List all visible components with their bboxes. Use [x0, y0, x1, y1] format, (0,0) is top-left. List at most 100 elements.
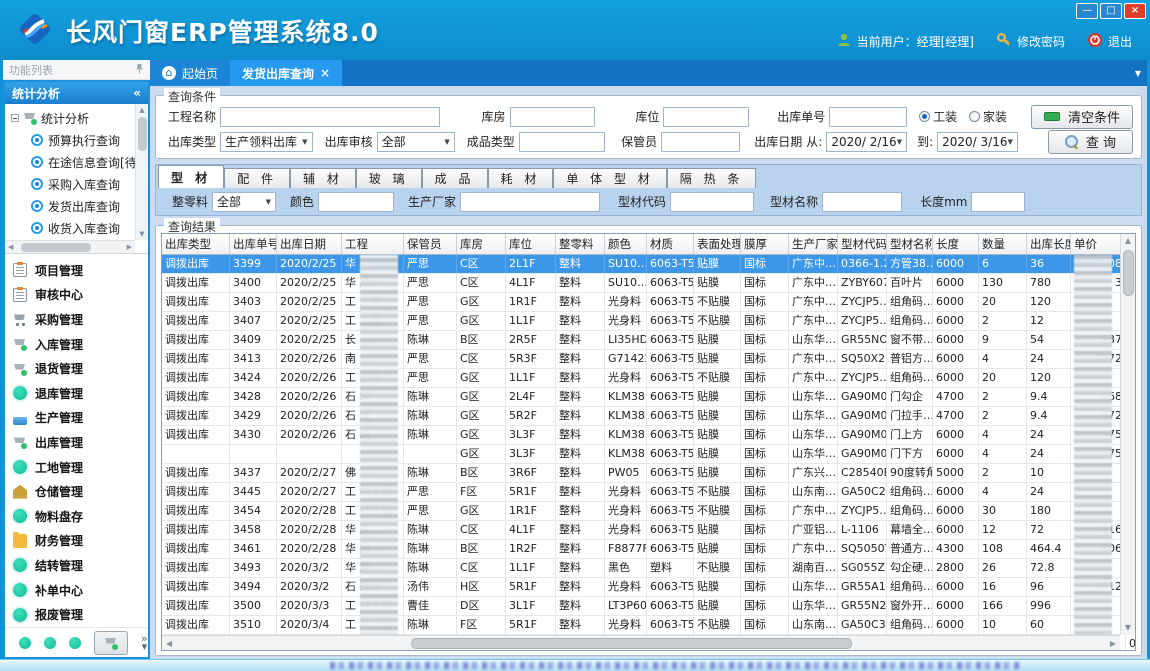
order-no-input[interactable]: [829, 107, 907, 127]
column-header[interactable]: 单价: [1071, 234, 1126, 254]
table-row[interactable]: 调拨出库34002020/2/25华 原…严思C区4L1F整料SU10…6063…: [162, 274, 1135, 293]
table-row[interactable]: 调拨出库34542020/2/28工 共工程严思G区1R1F整料光身料6063-…: [162, 502, 1135, 521]
scrollbar-thumb[interactable]: [411, 638, 852, 649]
column-header[interactable]: 出库长度: [1027, 234, 1071, 254]
overflow-chevron[interactable]: »▾: [141, 635, 148, 651]
profile-name-input[interactable]: [822, 192, 902, 212]
scrollbar-thumb[interactable]: [1123, 250, 1134, 296]
column-header[interactable]: 库房: [457, 234, 506, 254]
project-name-input[interactable]: [220, 107, 440, 127]
table-row[interactable]: 调拨出库35102020/3/4工 共工程陈琳F区5R1F整料光身料6063-T…: [162, 616, 1135, 635]
keeper-input[interactable]: [661, 132, 740, 152]
cart-button[interactable]: [94, 631, 128, 655]
column-header[interactable]: 生产厂家: [789, 234, 838, 254]
product-type-input[interactable]: [519, 132, 605, 152]
material-tab[interactable]: 成 品: [422, 168, 488, 188]
table-vertical-scrollbar[interactable]: ▲▼: [1120, 234, 1135, 635]
menu-item[interactable]: 退货管理: [13, 356, 148, 381]
table-row[interactable]: 调拨出库34932020/3/2华 原…陈琳C区1L1F整料黑色塑料不贴膜国标湖…: [162, 559, 1135, 578]
table-row[interactable]: 调拨出库34452020/2/27工 共工程严思F区5R1F整料光身料6063-…: [162, 483, 1135, 502]
tree-root[interactable]: 统计分析: [11, 107, 148, 129]
menu-item[interactable]: 仓储管理: [13, 479, 148, 504]
column-header[interactable]: 颜色: [605, 234, 647, 254]
menu-item[interactable]: 财务管理: [13, 529, 148, 554]
tree-item[interactable]: 在途信息查询[待: [11, 151, 148, 173]
dot-icon[interactable]: [19, 637, 31, 649]
menu-item[interactable]: 退库管理: [13, 381, 148, 406]
clear-conditions-button[interactable]: 清空条件: [1031, 105, 1133, 129]
menu-item[interactable]: 采购管理: [13, 307, 148, 332]
tab-overflow-dropdown-icon[interactable]: ▼: [1135, 69, 1141, 78]
out-audit-select[interactable]: 全部▼: [377, 132, 455, 152]
table-row[interactable]: 调拨出库34032020/2/25工 工程严思G区1R1F整料光身料6063-T…: [162, 293, 1135, 312]
table-row[interactable]: 调拨出库34302020/2/26石 城陈琳G区3L3F整料KLM3817606…: [162, 426, 1135, 445]
column-header[interactable]: 材质: [647, 234, 694, 254]
column-header[interactable]: 型材代码: [838, 234, 887, 254]
column-header[interactable]: 工程: [342, 234, 404, 254]
column-header[interactable]: 数量: [979, 234, 1027, 254]
menu-item[interactable]: 报废管理: [13, 602, 148, 627]
collapse-icon[interactable]: «: [133, 86, 141, 100]
column-header[interactable]: 型材名称: [887, 234, 933, 254]
table-row[interactable]: 调拨出库34092020/2/25长 …陈琳B区2R5F整料LI35HD6063…: [162, 331, 1135, 350]
change-password[interactable]: 修改密码: [996, 32, 1065, 51]
maximize-button[interactable]: □: [1100, 3, 1122, 19]
menu-item[interactable]: 生产管理: [13, 406, 148, 431]
section-header[interactable]: 统计分析 «: [5, 82, 148, 104]
material-tab[interactable]: 单 体 型 材: [553, 168, 666, 188]
menu-item[interactable]: 结转管理: [13, 553, 148, 578]
table-horizontal-scrollbar[interactable]: ◀▶: [162, 635, 1120, 650]
length-input[interactable]: [971, 192, 1025, 212]
column-header[interactable]: 长度: [933, 234, 979, 254]
table-row[interactable]: G区3L3F整料KLM38176063-T5贴膜国标山东华…GA90M09.门下…: [162, 445, 1135, 464]
table-row[interactable]: 调拨出库34612020/2/28华 原…陈琳B区1R2F整料F8877FT60…: [162, 540, 1135, 559]
column-header[interactable]: 出库单号: [230, 234, 277, 254]
table-row[interactable]: 调拨出库33992020/2/25华 原…严思C区2L1F整料SU10…6063…: [162, 255, 1135, 274]
close-button[interactable]: ×: [1124, 3, 1146, 19]
warehouse-input[interactable]: [510, 107, 596, 127]
column-header[interactable]: 表面处理: [694, 234, 741, 254]
dot-icon[interactable]: [44, 637, 56, 649]
material-tab[interactable]: 隔 热 条: [667, 168, 757, 188]
table-row[interactable]: 调拨出库34582020/2/28华 原…陈琳C区4L1F整料光身料6063-T…: [162, 521, 1135, 540]
logout[interactable]: 退出: [1087, 32, 1132, 51]
menu-item[interactable]: 补单中心: [13, 578, 148, 603]
table-row[interactable]: 调拨出库34282020/2/26石 城陈琳G区2L4F整料KLM3817606…: [162, 388, 1135, 407]
column-header[interactable]: 保管员: [404, 234, 457, 254]
column-header[interactable]: 膜厚: [741, 234, 789, 254]
minimize-button[interactable]: —: [1076, 3, 1098, 19]
tree-item[interactable]: 预算执行查询: [11, 129, 148, 151]
menu-item[interactable]: 入库管理: [13, 332, 148, 357]
table-row[interactable]: 调拨出库34942020/3/2石 辉城汤伟H区5R1F整料光身料6063-T5…: [162, 578, 1135, 597]
dot-icon[interactable]: [69, 637, 81, 649]
radio-jiazhuang[interactable]: [969, 111, 980, 122]
tab-shipment-query[interactable]: 发货出库查询 ×: [230, 60, 342, 86]
tree-horizontal-scrollbar[interactable]: ◀▶: [5, 240, 135, 253]
column-header[interactable]: 出库日期: [277, 234, 342, 254]
manufacturer-input[interactable]: [460, 192, 600, 212]
date-to-picker[interactable]: 2020/ 3/16▼: [937, 132, 1018, 152]
table-row[interactable]: 调拨出库34372020/2/27佛 …陈琳B区3R6F整料PW056063-T…: [162, 464, 1135, 483]
tree-item[interactable]: 收货入库查询: [11, 217, 148, 239]
table-row[interactable]: 调拨出库34292020/2/26石 城陈琳G区5R2F整料KLM3817606…: [162, 407, 1135, 426]
search-button[interactable]: 查 询: [1048, 130, 1133, 154]
column-header[interactable]: 整零料: [556, 234, 605, 254]
tab-close-icon[interactable]: ×: [320, 66, 330, 80]
tree-item[interactable]: 采购入库查询: [11, 173, 148, 195]
date-from-picker[interactable]: 2020/ 2/16▼: [826, 132, 907, 152]
radio-gongzhuang[interactable]: [919, 111, 930, 122]
expander-icon[interactable]: [11, 114, 19, 122]
color-input[interactable]: [318, 192, 394, 212]
tab-home[interactable]: ⌂ 起始页: [150, 60, 230, 86]
scrollbar-thumb[interactable]: [21, 243, 91, 252]
table-row[interactable]: 调拨出库34072020/2/25工 工程严思G区1L1F整料光身料6063-T…: [162, 312, 1135, 331]
scrollbar-thumb[interactable]: [138, 117, 147, 151]
out-type-select[interactable]: 生产领料出库▼: [220, 132, 313, 152]
table-row[interactable]: 调拨出库35002020/3/3工 共工程曹佳D区3L1F整料LT3P60606…: [162, 597, 1135, 616]
material-tab[interactable]: 玻 璃: [356, 168, 422, 188]
menu-item[interactable]: 审核中心: [13, 283, 148, 308]
location-input[interactable]: [663, 107, 749, 127]
column-header[interactable]: 库位: [506, 234, 556, 254]
material-tab[interactable]: 辅 材: [290, 168, 356, 188]
menu-item[interactable]: 物料盘存: [13, 504, 148, 529]
